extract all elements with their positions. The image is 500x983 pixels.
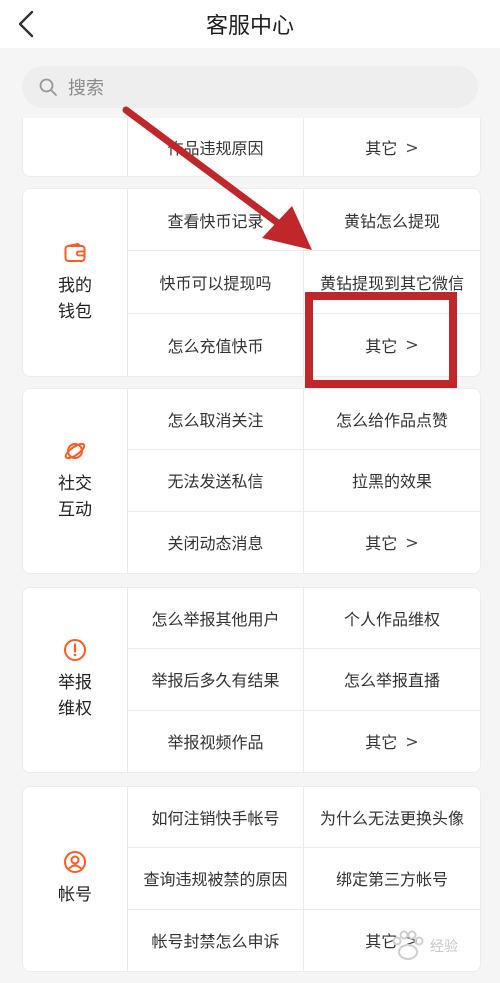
search-icon	[39, 78, 57, 96]
faq-item[interactable]: 快币可以提现吗	[128, 251, 304, 314]
category-card-account: 帐号 如何注销快手帐号 为什么无法更换头像 查询违规被禁的原因 绑定第三方帐号 …	[22, 786, 481, 972]
faq-item[interactable]: 怎么举报直播	[304, 649, 480, 711]
category-label: 社交互动	[58, 474, 92, 520]
chevron-right-icon: >	[405, 930, 419, 950]
search-bar[interactable]	[22, 66, 478, 110]
faq-item[interactable]: 怎么取消关注	[128, 389, 304, 451]
header-bar: 客服中心	[0, 0, 500, 48]
category-label: 我的钱包	[58, 275, 92, 322]
faq-item[interactable]: 绑定第三方帐号	[304, 848, 480, 910]
faq-item[interactable]: 帐号封禁怎么申诉	[128, 909, 304, 971]
chevron-right-icon: >	[405, 137, 419, 157]
page-title: 客服中心	[205, 14, 294, 39]
faq-item[interactable]: 关闭动态消息	[128, 511, 304, 573]
faq-item[interactable]: 举报后多久有结果	[128, 649, 304, 711]
faq-item[interactable]: 黄钻提现到其它微信	[304, 251, 480, 314]
faq-item-more[interactable]: 其它 >	[304, 314, 480, 376]
category-card-report: 举报维权 怎么举报其他用户 个人作品维权 举报后多久有结果 怎么举报直播 举报视…	[22, 587, 481, 773]
faq-item[interactable]: 查询违规被禁的原因	[128, 848, 304, 910]
faq-item-more[interactable]: 其它 >	[304, 711, 480, 772]
faq-item[interactable]: 怎么给作品点赞	[304, 389, 480, 451]
category-header: 帐号	[23, 787, 128, 971]
faq-item[interactable]: 如何注销快手帐号	[128, 787, 304, 849]
search-input[interactable]	[66, 66, 450, 110]
category-label: 举报维权	[58, 673, 92, 719]
faq-item[interactable]: 查看快币记录	[128, 189, 304, 252]
faq-item[interactable]: 怎么充值快币	[128, 313, 304, 376]
faq-item[interactable]: 黄钻怎么提现	[304, 189, 480, 252]
chevron-right-icon: >	[405, 532, 419, 552]
faq-item[interactable]: 无法发送私信	[128, 450, 304, 512]
planet-icon	[64, 442, 86, 460]
faq-item[interactable]: 个人作品维权	[304, 588, 480, 650]
category-header: 我的钱包	[23, 189, 128, 376]
category-card-social: 社交互动 怎么取消关注 怎么给作品点赞 无法发送私信 拉黑的效果 关闭动态消息 …	[22, 388, 481, 574]
user-icon	[64, 851, 86, 873]
chevron-right-icon: >	[405, 335, 419, 355]
category-label: 帐号	[58, 885, 92, 905]
wallet-icon	[64, 242, 86, 262]
category-header: 举报维权	[23, 588, 128, 772]
partial-category-card: 作品违规原因 其它 >	[22, 118, 481, 177]
faq-item-more[interactable]: 其它 >	[304, 118, 480, 176]
category-card-wallet: 我的钱包 查看快币记录 黄钻怎么提现 快币可以提现吗 黄钻提现到其它微信 怎么充…	[22, 188, 481, 377]
faq-item[interactable]: 作品违规原因	[128, 118, 304, 176]
category-header: 社交互动	[23, 389, 128, 573]
alert-icon	[64, 639, 86, 661]
category-header	[23, 118, 128, 176]
faq-item-more[interactable]: 其它 >	[304, 512, 480, 573]
chevron-right-icon: >	[405, 731, 419, 751]
faq-item-more[interactable]: 其它 >	[304, 910, 480, 971]
faq-item[interactable]: 举报视频作品	[128, 710, 304, 772]
faq-item[interactable]: 怎么举报其他用户	[128, 588, 304, 650]
faq-item[interactable]: 拉黑的效果	[304, 450, 480, 512]
faq-item[interactable]: 为什么无法更换头像	[304, 787, 480, 849]
